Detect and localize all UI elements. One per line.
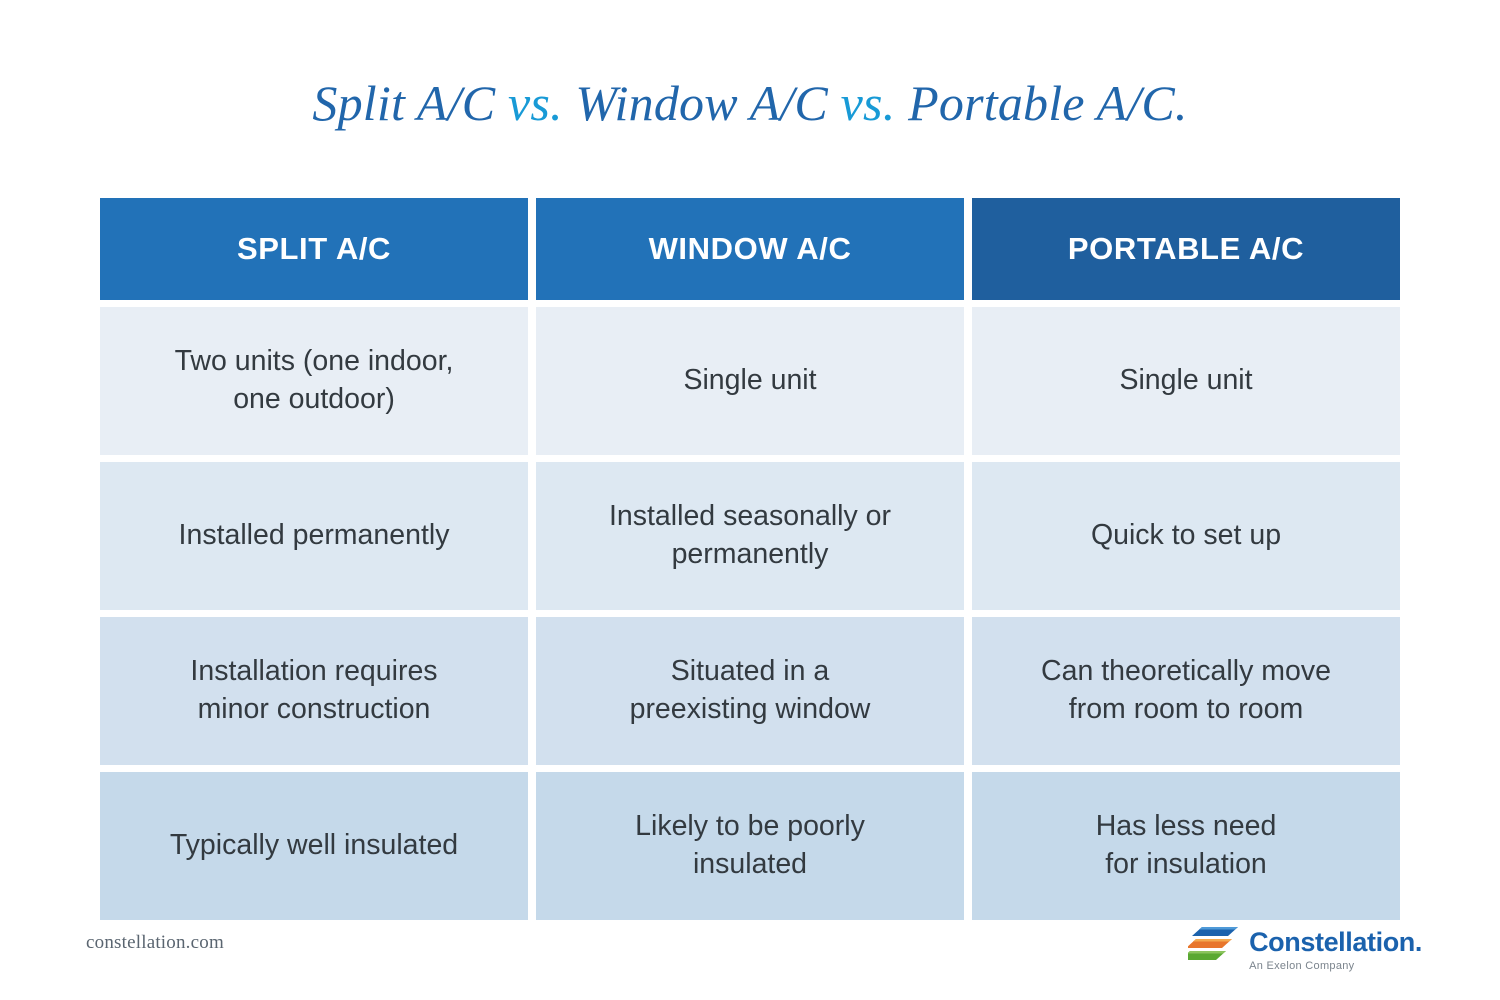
cell-line: minor construction: [197, 693, 431, 725]
cell-line: Two units (one indoor,: [174, 345, 454, 378]
title-part-1: Split A/C: [312, 75, 508, 131]
cell-line: from room to room: [1068, 693, 1304, 725]
title-part-3: Portable A/C.: [895, 75, 1188, 131]
table-cell: Quick to set up: [972, 462, 1400, 610]
table-cell: Installed seasonally or permanently: [536, 462, 964, 610]
table-row: Typically well insulated Likely to be po…: [100, 772, 1400, 920]
cell-line: for insulation: [1105, 848, 1267, 880]
page-title: Split A/C vs. Window A/C vs. Portable A/…: [0, 74, 1500, 132]
cell-line: Single unit: [1119, 364, 1253, 397]
table-cell: Single unit: [536, 307, 964, 455]
title-part-2: Window A/C: [562, 75, 841, 131]
constellation-wordmark: Constellation.: [1249, 929, 1422, 956]
cell-line: Installed permanently: [178, 519, 450, 552]
cell-line: Can theoretically move: [1041, 655, 1331, 688]
cell-line: preexisting window: [629, 693, 871, 725]
cell-line: Single unit: [683, 364, 817, 397]
table-cell: Situated in a preexisting window: [536, 617, 964, 765]
constellation-tagline: An Exelon Company: [1249, 960, 1355, 972]
column-header-split-ac: SPLIT A/C: [100, 198, 528, 300]
cell-line: insulated: [692, 848, 808, 880]
title-vs-2: vs.: [840, 75, 896, 131]
comparison-table: SPLIT A/C WINDOW A/C PORTABLE A/C Two un…: [100, 198, 1400, 920]
table-row: Installation requires minor construction…: [100, 617, 1400, 765]
table-cell: Has less need for insulation: [972, 772, 1400, 920]
wordmark-text: Constellation: [1249, 927, 1415, 957]
column-header-window-ac: WINDOW A/C: [536, 198, 964, 300]
cell-line: Likely to be poorly: [635, 810, 865, 843]
cell-line: Installed seasonally or: [609, 500, 891, 533]
cell-line: one outdoor): [233, 383, 395, 415]
table-cell: Installed permanently: [100, 462, 528, 610]
wordmark-dot: .: [1414, 927, 1423, 957]
table-cell: Typically well insulated: [100, 772, 528, 920]
table-row: Installed permanently Installed seasonal…: [100, 462, 1400, 610]
cell-line: Typically well insulated: [169, 829, 459, 862]
constellation-logo-text: Constellation. An Exelon Company: [1249, 925, 1422, 972]
infographic-page: Split A/C vs. Window A/C vs. Portable A/…: [0, 0, 1500, 1000]
table-header-row: SPLIT A/C WINDOW A/C PORTABLE A/C: [100, 198, 1400, 300]
footer-url: constellation.com: [86, 932, 224, 953]
constellation-swoosh-icon: [1180, 925, 1240, 967]
cell-line: Situated in a: [670, 655, 830, 688]
table-cell: Can theoretically move from room to room: [972, 617, 1400, 765]
cell-line: Quick to set up: [1090, 519, 1282, 552]
table-cell: Installation requires minor construction: [100, 617, 528, 765]
title-vs-1: vs.: [507, 75, 563, 131]
table-cell: Two units (one indoor, one outdoor): [100, 307, 528, 455]
cell-line: Installation requires: [190, 655, 438, 688]
constellation-logo: Constellation. An Exelon Company: [1180, 925, 1422, 972]
table-cell: Likely to be poorly insulated: [536, 772, 964, 920]
column-header-portable-ac: PORTABLE A/C: [972, 198, 1400, 300]
table-row: Two units (one indoor, one outdoor) Sing…: [100, 307, 1400, 455]
table-cell: Single unit: [972, 307, 1400, 455]
cell-line: permanently: [671, 538, 829, 570]
cell-line: Has less need: [1095, 810, 1277, 843]
